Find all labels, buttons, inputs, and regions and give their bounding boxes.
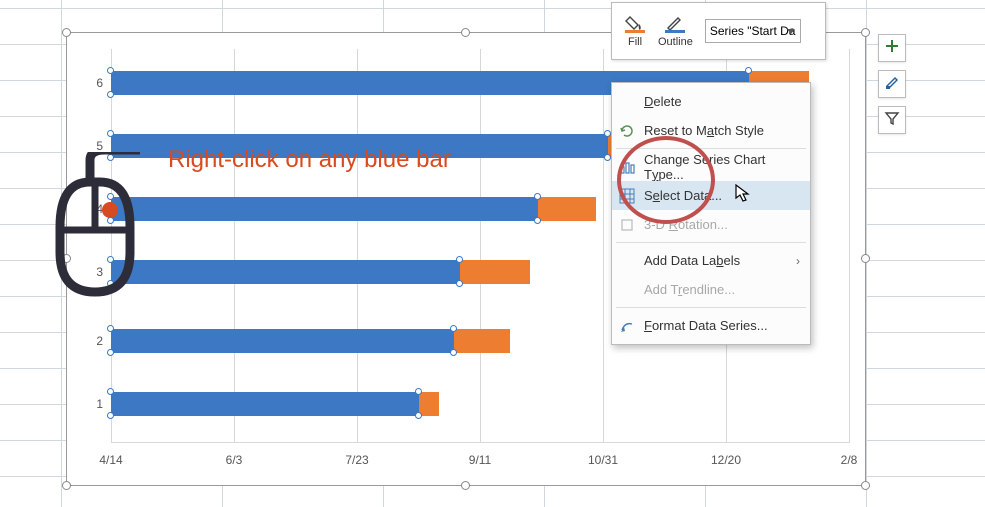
menu-separator xyxy=(616,307,806,308)
data-point-handle[interactable] xyxy=(107,412,114,419)
data-point-handle[interactable] xyxy=(415,388,422,395)
series-duration-bar[interactable] xyxy=(538,197,596,221)
series-selector-dropdown[interactable]: Series "Start Da xyxy=(705,19,801,43)
y-axis-tick-label: 5 xyxy=(83,139,103,153)
mini-toolbar: Fill Outline Series "Start Da xyxy=(611,2,826,60)
data-point-handle[interactable] xyxy=(107,67,114,74)
gridline xyxy=(480,49,481,443)
data-point-handle[interactable] xyxy=(456,256,463,263)
context-menu: Delete Reset to Match Style Change Serie… xyxy=(611,82,811,345)
menu-add-trendline-label: Add Trendline... xyxy=(644,282,735,297)
data-point-handle[interactable] xyxy=(534,217,541,224)
menu-separator xyxy=(616,148,806,149)
menu-format-series-label: Format Data Series... xyxy=(644,318,768,333)
x-axis-tick-label: 10/31 xyxy=(588,453,618,467)
data-point-handle[interactable] xyxy=(534,193,541,200)
menu-reset-to-match-style[interactable]: Reset to Match Style xyxy=(612,116,810,145)
y-axis-tick-label: 1 xyxy=(83,397,103,411)
gridline xyxy=(849,49,850,443)
menu-add-data-labels[interactable]: Add Data Labels › xyxy=(612,246,810,275)
data-point-handle[interactable] xyxy=(107,91,114,98)
reset-icon xyxy=(618,122,636,140)
series-duration-bar[interactable] xyxy=(460,260,530,284)
series-duration-bar[interactable] xyxy=(454,329,510,353)
chart-styles-button[interactable] xyxy=(878,70,906,98)
menu-select-data-label: Select Data... xyxy=(644,188,722,203)
annotation-text: Right-click on any blue bar xyxy=(168,146,451,174)
menu-add-labels-label: Add Data Labels xyxy=(644,253,740,268)
series-duration-bar[interactable] xyxy=(419,392,439,416)
menu-change-series-chart-type[interactable]: Change Series Chart Type... xyxy=(612,152,810,181)
outline-button[interactable]: Outline xyxy=(652,14,699,48)
menu-separator xyxy=(616,242,806,243)
data-point-handle[interactable] xyxy=(456,280,463,287)
plus-icon xyxy=(884,38,900,59)
menu-delete-label: Delete xyxy=(644,94,682,109)
data-point-handle[interactable] xyxy=(450,325,457,332)
x-axis-tick-label: 4/14 xyxy=(99,453,122,467)
data-point-handle[interactable] xyxy=(450,349,457,356)
menu-3d-rotation-label: 3-D Rotation... xyxy=(644,217,728,232)
data-point-handle[interactable] xyxy=(107,130,114,137)
series-start-date-bar[interactable] xyxy=(111,392,419,416)
menu-format-data-series[interactable]: Format Data Series... xyxy=(612,311,810,340)
brush-icon xyxy=(884,74,900,95)
data-point-handle[interactable] xyxy=(604,154,611,161)
data-point-handle[interactable] xyxy=(415,412,422,419)
rotation-3d-icon xyxy=(618,216,636,234)
x-axis-tick-label: 7/23 xyxy=(345,453,368,467)
series-selector-value: Series "Start Da xyxy=(710,24,796,38)
chart-type-icon xyxy=(618,158,636,176)
select-data-icon xyxy=(618,187,636,205)
menu-delete[interactable]: Delete xyxy=(612,87,810,116)
series-start-date-bar[interactable] xyxy=(111,197,538,221)
gridline xyxy=(603,49,604,443)
x-axis-tick-label: 2/8 xyxy=(841,453,858,467)
gridline xyxy=(234,49,235,443)
menu-change-type-label: Change Series Chart Type... xyxy=(644,152,800,182)
x-axis-tick-label: 9/11 xyxy=(469,453,491,467)
menu-add-trendline: Add Trendline... xyxy=(612,275,810,304)
y-axis-tick-label: 2 xyxy=(83,334,103,348)
data-point-handle[interactable] xyxy=(107,388,114,395)
data-point-handle[interactable] xyxy=(107,349,114,356)
fill-label: Fill xyxy=(628,36,642,48)
submenu-arrow-icon: › xyxy=(796,254,800,268)
x-axis-tick-label: 6/3 xyxy=(226,453,243,467)
data-point-handle[interactable] xyxy=(745,67,752,74)
fill-bucket-icon xyxy=(624,14,646,34)
format-series-icon xyxy=(618,317,636,335)
data-point-handle[interactable] xyxy=(107,325,114,332)
series-start-date-bar[interactable] xyxy=(111,329,454,353)
chart-elements-button[interactable] xyxy=(878,34,906,62)
funnel-icon xyxy=(884,110,900,131)
data-point-handle[interactable] xyxy=(604,130,611,137)
chart-filters-button[interactable] xyxy=(878,106,906,134)
chart-side-buttons xyxy=(878,34,906,134)
menu-reset-label: Reset to Match Style xyxy=(644,123,764,138)
series-start-date-bar[interactable] xyxy=(111,260,460,284)
fill-button[interactable]: Fill xyxy=(618,14,652,48)
gridline xyxy=(357,49,358,443)
outline-label: Outline xyxy=(658,36,693,48)
mouse-right-click-icon xyxy=(50,152,140,307)
menu-3d-rotation: 3-D Rotation... xyxy=(612,210,810,239)
outline-pen-icon xyxy=(664,14,686,34)
y-axis-tick-label: 6 xyxy=(83,76,103,90)
menu-select-data[interactable]: Select Data... xyxy=(612,181,810,210)
x-axis-line xyxy=(111,442,849,443)
x-axis-tick-label: 12/20 xyxy=(711,453,741,467)
